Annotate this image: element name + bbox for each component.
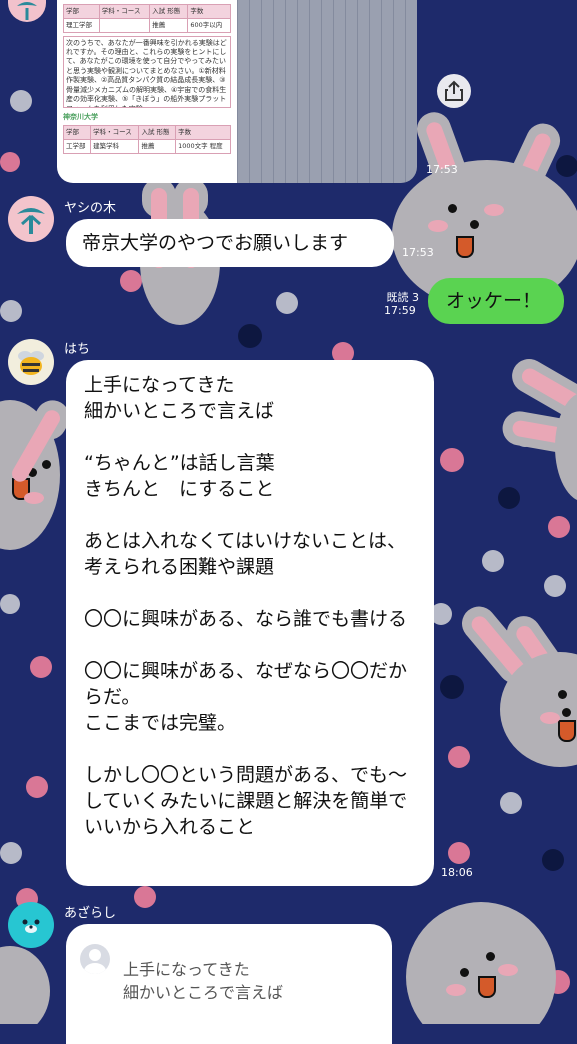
message-text: 上手になってきた 細かいところで言えば “ちゃんと”は話し言葉 きちんと にする… [84, 374, 408, 838]
table-cell: 推薦 [149, 17, 189, 33]
share-icon [445, 80, 463, 101]
doc-table-top: 学部 学科・コース 入試 形態 字数 理工学部 推薦 600字以内 [63, 4, 231, 33]
table-cell: 入試 形態 [138, 124, 177, 140]
avatar[interactable] [8, 902, 54, 948]
table-cell: 建築学科 [90, 138, 140, 154]
table-cell: 学部 [63, 4, 100, 19]
chat-timeline: 学部 学科・コース 入試 形態 字数 理工学部 推薦 600字以内 次のうちで、… [0, 0, 577, 1044]
table-row: 理工学部 推薦 600字以内 [63, 17, 231, 33]
palm-tree-icon [17, 2, 37, 20]
table-cell: 工学部 [62, 138, 92, 154]
table-row: 学部 学科・コース 入試 形態 字数 [63, 4, 231, 19]
table-cell: 600字以内 [187, 17, 231, 33]
share-button[interactable] [437, 74, 471, 108]
table-cell: 学科・コース [90, 124, 140, 140]
message-text: オッケー！ [446, 290, 542, 312]
message-time: 18:06 [441, 866, 473, 879]
message-time: 17:59 [384, 304, 416, 317]
doc-table-bottom: 学部 学科・コース 入試 形態 字数 工学部 建築学科 推薦 1000文字 程度 [62, 124, 231, 154]
avatar[interactable] [8, 0, 46, 22]
message-text: 帝京大学のやつでお願いします [82, 232, 349, 254]
message-bubble[interactable]: 上手になってきた 細かいところで言えば “ちゃんと”は話し言葉 きちんと にする… [66, 360, 434, 886]
quoted-message-text: 上手になってきた 細かいところで言えば [123, 960, 284, 1002]
sender-name: ヤシの木 [64, 201, 117, 216]
sender-name: はち [64, 342, 91, 357]
table-row: 工学部 建築学科 推薦 1000文字 程度 [62, 138, 231, 154]
doc-paragraph: 次のうちで、あなたが一番興味を引かれる実験はどれですか。その理由と、これらの実験… [63, 35, 231, 108]
sender-name: あざらし [64, 906, 117, 921]
quoted-avatar [80, 944, 110, 974]
document-photo: 学部 学科・コース 入試 形態 字数 理工学部 推薦 600字以内 次のうちで、… [57, 0, 237, 183]
seal-icon [22, 919, 40, 933]
table-cell: 字数 [187, 4, 231, 19]
table-row: 学部 学科・コース 入試 形態 字数 [62, 124, 231, 140]
message-bubble-sent[interactable]: オッケー！ [428, 278, 564, 324]
message-time: 17:53 [402, 246, 434, 259]
read-receipt: 既読 3 [386, 291, 420, 304]
paper-grid [237, 0, 417, 183]
table-cell: 推薦 [138, 138, 177, 154]
table-cell: 学科・コース [98, 4, 151, 19]
user-icon [84, 949, 106, 974]
table-cell: 入試 形態 [149, 4, 189, 19]
table-cell: 学部 [62, 124, 92, 140]
avatar[interactable] [8, 339, 54, 385]
image-message[interactable]: 学部 学科・コース 入試 形態 字数 理工学部 推薦 600字以内 次のうちで、… [57, 0, 417, 183]
table-cell: 字数 [175, 124, 231, 140]
avatar[interactable] [8, 196, 54, 242]
table-cell [98, 17, 151, 33]
bee-icon [18, 351, 44, 375]
message-bubble[interactable]: 帝京大学のやつでお願いします [66, 219, 394, 267]
palm-tree-icon [17, 208, 45, 234]
handwritten-paper-photo [237, 0, 417, 183]
table-cell: 理工学部 [63, 17, 100, 33]
doc-university: 神奈川大学 [63, 112, 98, 121]
message-time: 17:53 [426, 163, 458, 176]
table-cell: 1000文字 程度 [175, 138, 231, 154]
